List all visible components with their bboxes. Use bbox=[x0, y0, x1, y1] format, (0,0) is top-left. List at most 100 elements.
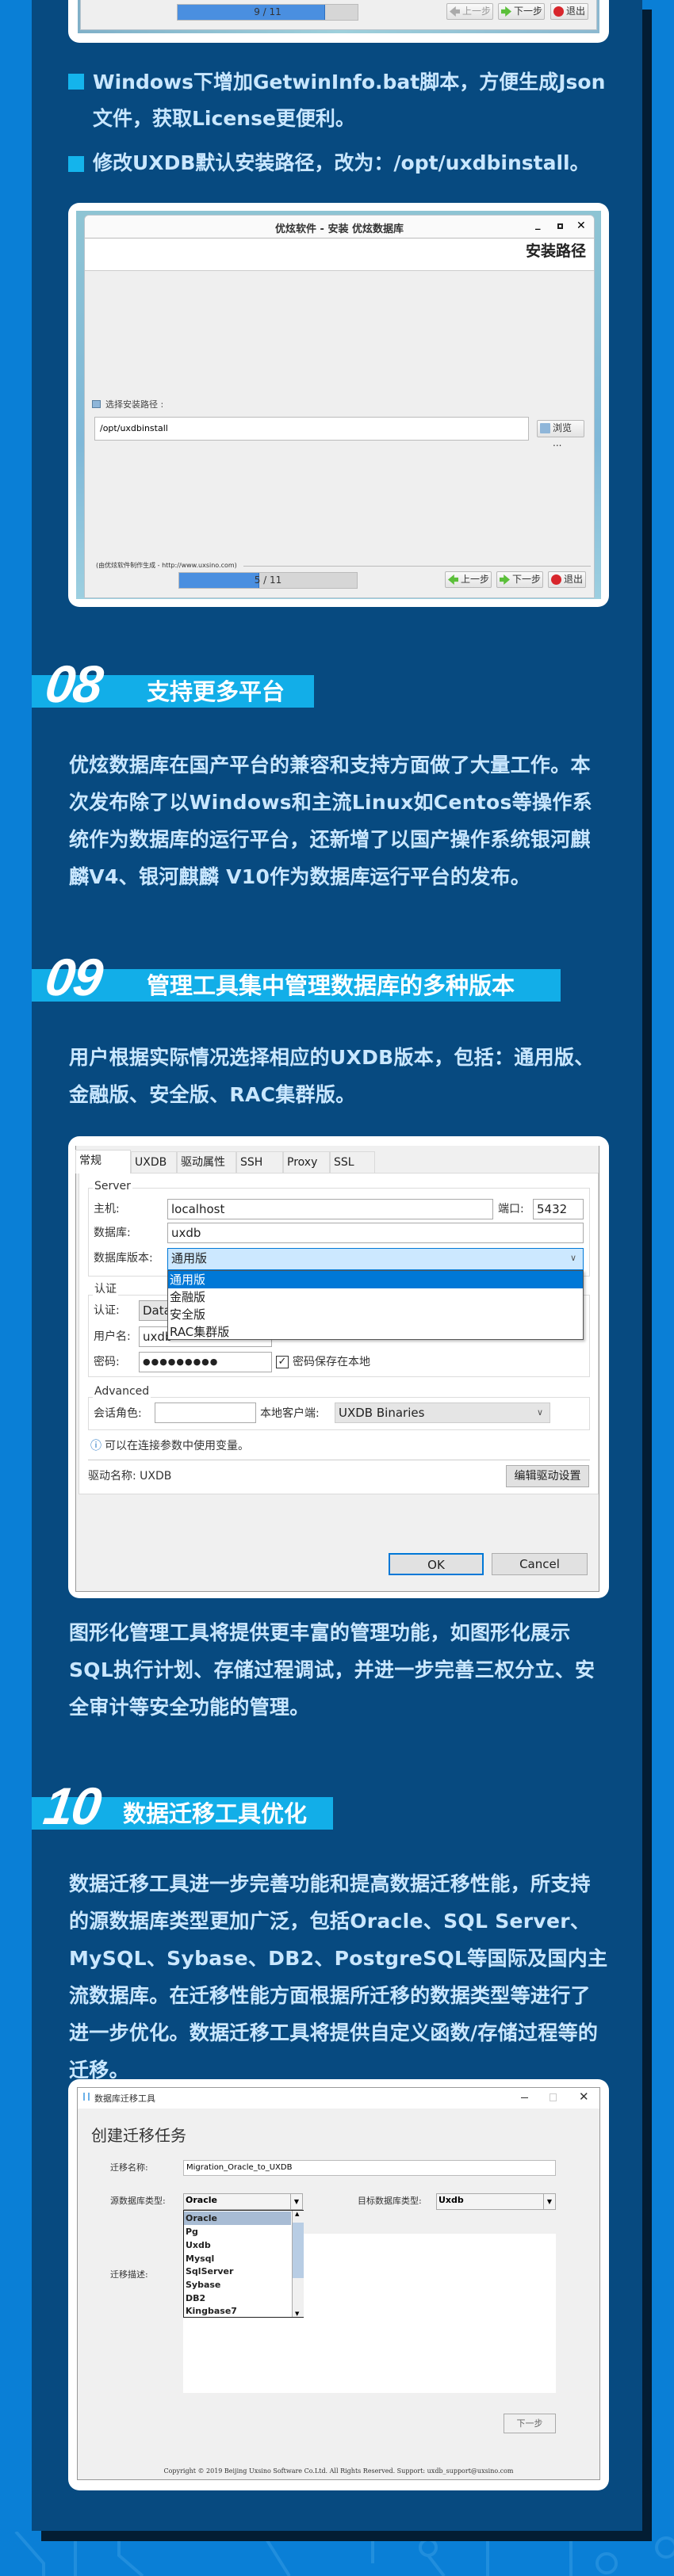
tab-general[interactable]: 常规 bbox=[75, 1150, 131, 1174]
chevron-down-icon: ∨ bbox=[536, 1407, 543, 1418]
target-type-select[interactable]: Uxdb ▼ bbox=[436, 2193, 556, 2210]
local-client-select[interactable]: UXDB Binaries ∨ bbox=[335, 1402, 550, 1423]
section-number: 09 bbox=[41, 948, 105, 1006]
minimize-icon[interactable] bbox=[521, 2097, 528, 2098]
scroll-up-icon[interactable]: ▲ bbox=[295, 2211, 299, 2217]
cancel-button[interactable]: Cancel bbox=[492, 1553, 588, 1575]
dropdown-option[interactable]: Mysql bbox=[184, 2252, 290, 2265]
exit-button[interactable]: 退出 bbox=[548, 571, 586, 588]
dropdown-arrow-icon: ▼ bbox=[543, 2194, 555, 2209]
dropdown-option[interactable]: Sybase bbox=[184, 2278, 290, 2292]
tab-ssh[interactable]: SSH bbox=[236, 1151, 283, 1173]
name-label: 迁移名称: bbox=[110, 2162, 148, 2173]
host-input[interactable]: localhost bbox=[167, 1199, 493, 1219]
window-title: 数据库迁移工具 bbox=[94, 2093, 155, 2104]
dropdown-option[interactable]: Pg bbox=[184, 2225, 290, 2238]
progress-bar: 5 / 11 bbox=[178, 572, 358, 589]
dropdown-option[interactable]: Oracle bbox=[184, 2212, 290, 2225]
arrow-right-icon bbox=[500, 574, 510, 585]
version-select[interactable]: 通用版 ∨ bbox=[167, 1248, 584, 1270]
save-password-checkbox[interactable]: ✓ bbox=[276, 1356, 289, 1368]
title-bar: 优炫软件 - 安装 优炫数据库 _ ✕ bbox=[85, 216, 594, 239]
host-label: 主机: bbox=[94, 1203, 120, 1215]
close-circle-icon bbox=[551, 574, 561, 585]
next-button[interactable]: 下一步 bbox=[504, 2414, 556, 2433]
auth-label: 认证: bbox=[94, 1304, 120, 1317]
version-label: 数据库版本: bbox=[94, 1252, 153, 1265]
description-label: 迁移描述: bbox=[110, 2269, 148, 2280]
minimize-icon[interactable]: _ bbox=[535, 219, 541, 231]
folder-icon bbox=[92, 400, 101, 408]
local-client-label: 本地客户端: bbox=[260, 1407, 320, 1420]
scrollbar-thumb[interactable] bbox=[293, 2223, 304, 2278]
arrow-left-icon bbox=[450, 6, 460, 17]
tab-proxy[interactable]: Proxy bbox=[283, 1151, 330, 1173]
bullet-text: 修改UXDB默认安装路径，改为：/opt/uxdbinstall。 bbox=[93, 151, 590, 174]
bullet-icon bbox=[68, 74, 84, 90]
browse-button[interactable]: 浏览 ... bbox=[537, 420, 584, 448]
source-type-value: Oracle bbox=[186, 2195, 217, 2205]
progress-bar: 9 / 11 bbox=[177, 4, 358, 21]
next-button[interactable]: 下一步 bbox=[496, 571, 543, 588]
password-input[interactable]: ●●●●●●●●● bbox=[139, 1352, 272, 1372]
database-input[interactable]: uxdb bbox=[167, 1223, 584, 1243]
source-type-select[interactable]: Oracle ▼ bbox=[183, 2193, 303, 2210]
username-label: 用户名: bbox=[94, 1330, 131, 1343]
tab-driver-properties[interactable]: 驱动属性 bbox=[177, 1151, 236, 1173]
section-paragraph: 用户根据实际情况选择相应的UXDB版本，包括：通用版、金融版、安全版、RAC集群… bbox=[69, 1046, 595, 1106]
session-role-label: 会话角色: bbox=[94, 1407, 142, 1420]
tab-uxdb[interactable]: UXDB bbox=[131, 1151, 177, 1173]
section-paragraph: 图形化管理工具将提供更丰富的管理功能，如图形化展示SQL执行计划、存储过程调试，… bbox=[69, 1621, 595, 1719]
footer-credit: (由优炫软件制作生成 - http://www.uxsino.com) bbox=[96, 562, 237, 569]
session-role-input[interactable] bbox=[155, 1402, 256, 1423]
info-text: 可以在连接参数中使用变量。 bbox=[105, 1440, 249, 1452]
group-label: Server bbox=[93, 1179, 132, 1193]
dropdown-option[interactable]: Uxdb bbox=[184, 2238, 290, 2252]
prev-button[interactable]: 上一步 bbox=[445, 571, 492, 588]
section-number: 10 bbox=[40, 1776, 104, 1835]
exit-button[interactable]: 退出 bbox=[550, 3, 588, 20]
port-label: 端口: bbox=[498, 1203, 524, 1215]
chevron-down-icon: ∨ bbox=[569, 1253, 576, 1263]
group-label: Advanced bbox=[93, 1384, 151, 1399]
next-button[interactable]: 下一步 bbox=[498, 3, 545, 20]
section-title: 支持更多平台 bbox=[147, 678, 285, 705]
ok-button[interactable]: OK bbox=[389, 1553, 484, 1575]
scrollbar[interactable]: ▲ ▼ bbox=[292, 2211, 304, 2317]
bullet-text: Windows下增加GetwinInfo.bat脚本，方便生成Json文件，获取… bbox=[93, 71, 606, 130]
database-label: 数据库: bbox=[94, 1227, 131, 1239]
migration-name-input[interactable]: Migration_Oracle_to_UXDB bbox=[183, 2160, 556, 2176]
step-header: 安装路径 bbox=[525, 242, 586, 260]
section-number: 08 bbox=[41, 654, 105, 713]
close-icon[interactable]: ✕ bbox=[579, 2089, 589, 2104]
version-dropdown-list: 通用版 金融版 安全版 RAC集群版 bbox=[167, 1270, 584, 1340]
close-icon[interactable]: ✕ bbox=[576, 219, 586, 232]
dropdown-option[interactable]: RAC集群版 bbox=[168, 1323, 583, 1341]
version-selected-value: 通用版 bbox=[171, 1251, 208, 1265]
maximize-icon[interactable] bbox=[557, 223, 563, 229]
dropdown-option[interactable]: 金融版 bbox=[168, 1288, 583, 1306]
dropdown-option[interactable]: 安全版 bbox=[168, 1306, 583, 1323]
arrow-right-icon bbox=[501, 6, 511, 17]
local-client-value: UXDB Binaries bbox=[339, 1406, 425, 1420]
dropdown-option[interactable]: Kingbase7 bbox=[184, 2304, 290, 2318]
install-path-input[interactable]: /opt/uxdbinstall bbox=[94, 417, 529, 441]
bullet-icon bbox=[68, 156, 84, 172]
save-password-label: 密码保存在本地 bbox=[293, 1356, 370, 1368]
scroll-down-icon[interactable]: ▼ bbox=[295, 2311, 299, 2317]
group-label: 认证 bbox=[93, 1282, 118, 1296]
dropdown-arrow-icon: ▼ bbox=[290, 2194, 302, 2209]
copyright-text: Copyright © 2019 Beijing Uxsino Software… bbox=[163, 2467, 514, 2475]
prev-button[interactable]: 上一步 bbox=[446, 3, 493, 20]
dropdown-option[interactable]: SqlServer bbox=[184, 2265, 290, 2278]
edit-driver-button[interactable]: 编辑驱动设置 bbox=[506, 1465, 589, 1487]
dropdown-option[interactable]: DB2 bbox=[184, 2292, 290, 2305]
port-input[interactable]: 5432 bbox=[533, 1199, 584, 1219]
section-title: 数据迁移工具优化 bbox=[123, 1800, 308, 1827]
dropdown-option[interactable]: 通用版 bbox=[168, 1271, 583, 1288]
password-label: 密码: bbox=[94, 1356, 120, 1368]
info-icon: ⓘ bbox=[90, 1440, 101, 1452]
tab-ssl[interactable]: SSL bbox=[330, 1151, 375, 1173]
maximize-icon[interactable] bbox=[550, 2093, 557, 2101]
target-type-label: 目标数据库类型: bbox=[358, 2196, 422, 2206]
